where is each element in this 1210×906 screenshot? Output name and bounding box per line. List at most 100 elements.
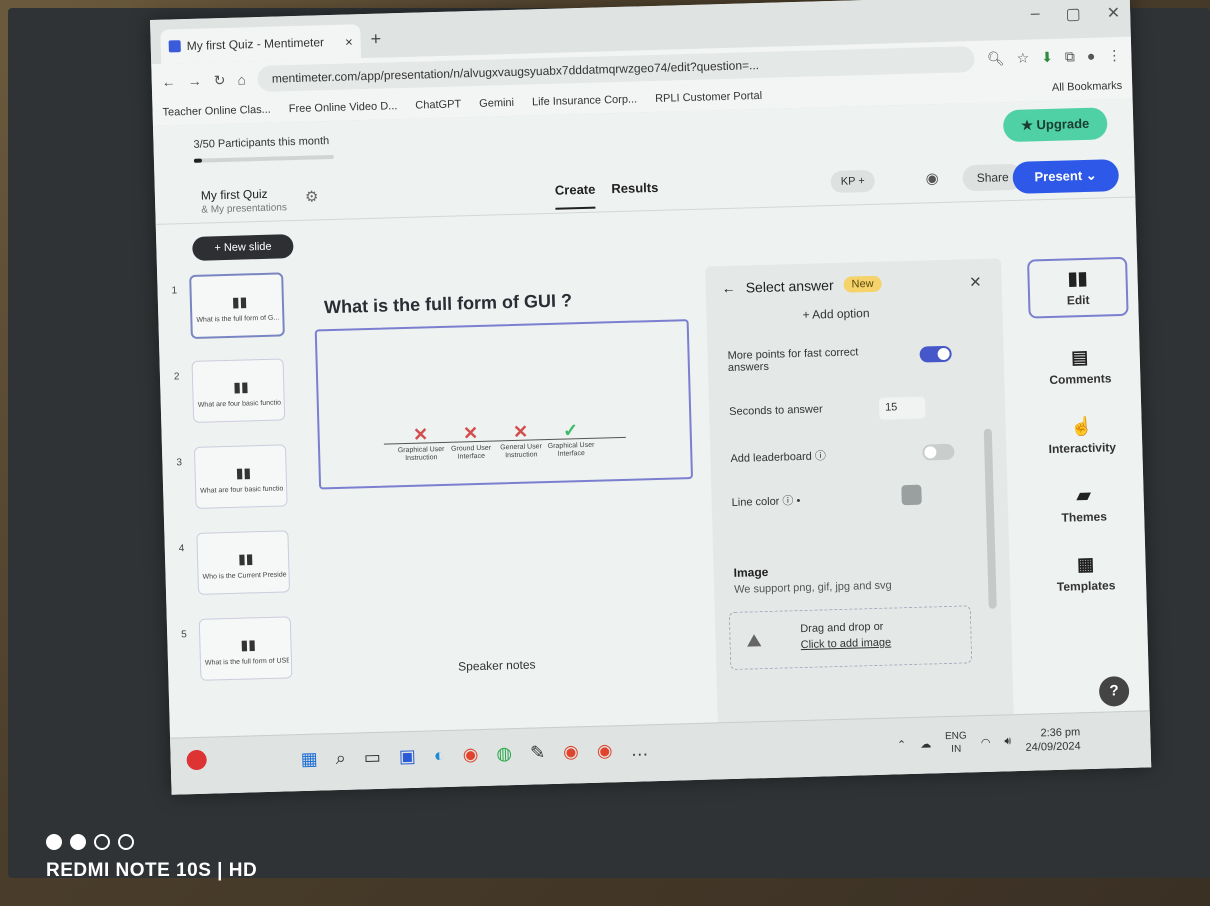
browser-tab[interactable]: My first Quiz - Mentimeter × bbox=[160, 24, 362, 64]
add-image-link[interactable]: Click to add image bbox=[801, 637, 892, 652]
reload-icon[interactable]: ↻ bbox=[213, 71, 225, 88]
notification-icon[interactable] bbox=[186, 749, 207, 771]
window-controls: – ▢ ✕ bbox=[1030, 3, 1120, 25]
rail-label: Interactivity bbox=[1048, 440, 1117, 457]
chrome-icon[interactable]: ◉ bbox=[462, 744, 478, 765]
download-icon[interactable]: ⬇ bbox=[1041, 48, 1053, 65]
slide-preview[interactable]: ✕ Graphical User Instruction ✕ Ground Us… bbox=[314, 319, 694, 490]
help-icon[interactable]: ⓘ bbox=[782, 495, 793, 507]
more-icon[interactable]: … bbox=[630, 739, 649, 760]
minimize-icon[interactable]: – bbox=[1030, 5, 1039, 25]
slide-title: What are four basic functio... bbox=[197, 399, 282, 409]
new-badge: New bbox=[843, 275, 882, 293]
restore-icon[interactable]: ▢ bbox=[1065, 4, 1081, 24]
search-icon[interactable]: ⌕ bbox=[335, 748, 346, 769]
slide-card[interactable]: ▮▮ What is the full form of USB bbox=[198, 616, 293, 681]
rail-templates[interactable]: ▦ Templates bbox=[1035, 553, 1136, 595]
bookmark-item[interactable]: Gemini bbox=[479, 97, 514, 110]
volume-icon[interactable]: 🔊︎ bbox=[1004, 735, 1011, 748]
close-window-icon[interactable]: ✕ bbox=[1107, 3, 1121, 23]
line-color-swatch[interactable] bbox=[901, 484, 922, 506]
image-dropzone[interactable]: ⛰ Drag and drop or Click to add image bbox=[728, 605, 973, 671]
settings-gear-icon[interactable]: ⚙ bbox=[305, 187, 319, 205]
slide-number: 5 bbox=[181, 629, 187, 641]
slide-card[interactable]: ▮▮ What are four basic functio... bbox=[193, 444, 288, 509]
close-icon[interactable]: ✕ bbox=[969, 273, 982, 291]
answer-option: ✓ Graphical User Interface bbox=[545, 420, 596, 459]
present-button[interactable]: Present ⌄ bbox=[1012, 159, 1120, 194]
extensions-icon[interactable]: ⧉ bbox=[1065, 48, 1075, 65]
slide-thumb[interactable]: 5 ▮▮ What is the full form of USB bbox=[181, 616, 303, 691]
language-indicator[interactable]: ENG IN bbox=[945, 729, 967, 756]
all-bookmarks[interactable]: All Bookmarks bbox=[1052, 80, 1123, 94]
zoom-icon[interactable]: 🔍︎ bbox=[987, 50, 1005, 67]
chrome-profile-icon[interactable]: ◉ bbox=[563, 741, 579, 762]
seconds-label: Seconds to answer bbox=[729, 403, 823, 418]
help-button[interactable]: ? bbox=[1098, 675, 1130, 707]
help-icon[interactable]: ⓘ bbox=[815, 450, 826, 462]
leaderboard-toggle[interactable] bbox=[922, 443, 955, 461]
themes-icon: ▰ bbox=[1076, 484, 1091, 506]
comment-icon: ▤ bbox=[1070, 346, 1089, 368]
quiz-title[interactable]: My first Quiz bbox=[201, 187, 268, 203]
rail-interactivity[interactable]: ☝ Interactivity bbox=[1031, 415, 1132, 457]
fast-points-toggle[interactable] bbox=[919, 345, 952, 363]
profile-avatar[interactable]: ● bbox=[1087, 48, 1096, 64]
task-view-icon[interactable]: ▭ bbox=[364, 747, 382, 768]
windows-start-icon[interactable]: ▦ bbox=[300, 749, 318, 770]
slide-thumb[interactable]: 1 ▮▮ What is the full form of G... bbox=[171, 272, 293, 347]
tab-results[interactable]: Results bbox=[611, 180, 659, 208]
app-icon[interactable]: ✎ bbox=[530, 742, 546, 763]
forward-icon[interactable]: → bbox=[187, 73, 201, 89]
seconds-input[interactable]: 15 bbox=[878, 396, 926, 420]
slide-thumb[interactable]: 4 ▮▮ Who is the Current Preside... bbox=[178, 530, 300, 605]
question-title[interactable]: What is the full form of GUI ? bbox=[324, 290, 572, 318]
new-tab-icon[interactable]: + bbox=[370, 29, 381, 50]
line-color-label: Line color ⓘ • bbox=[731, 495, 801, 509]
breadcrumb[interactable]: & My presentations bbox=[201, 202, 287, 215]
upgrade-button[interactable]: ★ Upgrade bbox=[1002, 107, 1108, 143]
slide-thumb[interactable]: 3 ▮▮ What are four basic functio... bbox=[176, 444, 298, 519]
wrong-icon: ✕ bbox=[512, 421, 529, 443]
back-arrow-icon[interactable]: ← bbox=[721, 280, 735, 296]
wifi-icon[interactable]: ◠ bbox=[981, 735, 991, 748]
add-option-button[interactable]: + Add option bbox=[802, 306, 869, 322]
bookmark-item[interactable]: Free Online Video D... bbox=[289, 100, 398, 115]
rail-edit[interactable]: ▮▮ Edit bbox=[1027, 256, 1129, 319]
new-slide-button[interactable]: + New slide bbox=[192, 234, 294, 261]
collaborator-avatar[interactable]: KP + bbox=[830, 169, 876, 194]
panel-scrollbar[interactable] bbox=[983, 428, 997, 609]
rail-label: Templates bbox=[1056, 578, 1116, 594]
rail-themes[interactable]: ▰ Themes bbox=[1033, 484, 1134, 526]
slide-card[interactable]: ▮▮ What is the full form of G... bbox=[189, 272, 285, 339]
chevron-up-icon[interactable]: ⌃ bbox=[897, 738, 907, 751]
lang-code: ENG bbox=[944, 730, 967, 743]
bookmark-item[interactable]: Life Insurance Corp... bbox=[532, 93, 637, 108]
home-icon[interactable]: ⌂ bbox=[237, 71, 246, 87]
whatsapp-icon[interactable]: ◍ bbox=[496, 743, 512, 764]
slide-thumb[interactable]: 2 ▮▮ What are four basic functio... bbox=[174, 358, 296, 433]
rail-comments[interactable]: ▤ Comments bbox=[1030, 346, 1131, 388]
bookmark-item[interactable]: Teacher Online Clas... bbox=[162, 104, 271, 119]
preview-eye-icon[interactable]: ◉ bbox=[925, 169, 939, 187]
back-icon[interactable]: ← bbox=[162, 73, 176, 89]
tab-create[interactable]: Create bbox=[554, 181, 596, 210]
speaker-notes[interactable]: Speaker notes bbox=[458, 657, 536, 673]
panel-title: Select answer bbox=[745, 277, 834, 296]
present-label: Present bbox=[1034, 168, 1083, 185]
slide-card[interactable]: ▮▮ Who is the Current Preside... bbox=[196, 530, 291, 595]
dot-empty bbox=[94, 834, 110, 850]
store-icon[interactable]: ▣ bbox=[399, 746, 417, 767]
bookmark-item[interactable]: RPLI Customer Portal bbox=[655, 90, 762, 105]
bookmark-star-icon[interactable]: ☆ bbox=[1016, 49, 1029, 66]
clock[interactable]: 2:36 pm 24/09/2024 bbox=[1025, 725, 1081, 755]
close-tab-icon[interactable]: × bbox=[345, 34, 353, 49]
menu-icon[interactable]: ⋮ bbox=[1107, 46, 1121, 63]
edge-icon[interactable]: ◐ bbox=[434, 745, 445, 766]
bookmark-item[interactable]: ChatGPT bbox=[415, 98, 461, 111]
cloud-icon[interactable]: ☁ bbox=[920, 737, 931, 750]
bar-chart-icon: ▮▮ bbox=[240, 636, 257, 653]
chrome-profile-icon[interactable]: ◉ bbox=[597, 740, 613, 761]
slide-card[interactable]: ▮▮ What are four basic functio... bbox=[191, 358, 286, 423]
taskbar-apps: ▦ ⌕ ▭ ▣ ◐ ◉ ◍ ✎ ◉ ◉ … bbox=[300, 739, 648, 770]
